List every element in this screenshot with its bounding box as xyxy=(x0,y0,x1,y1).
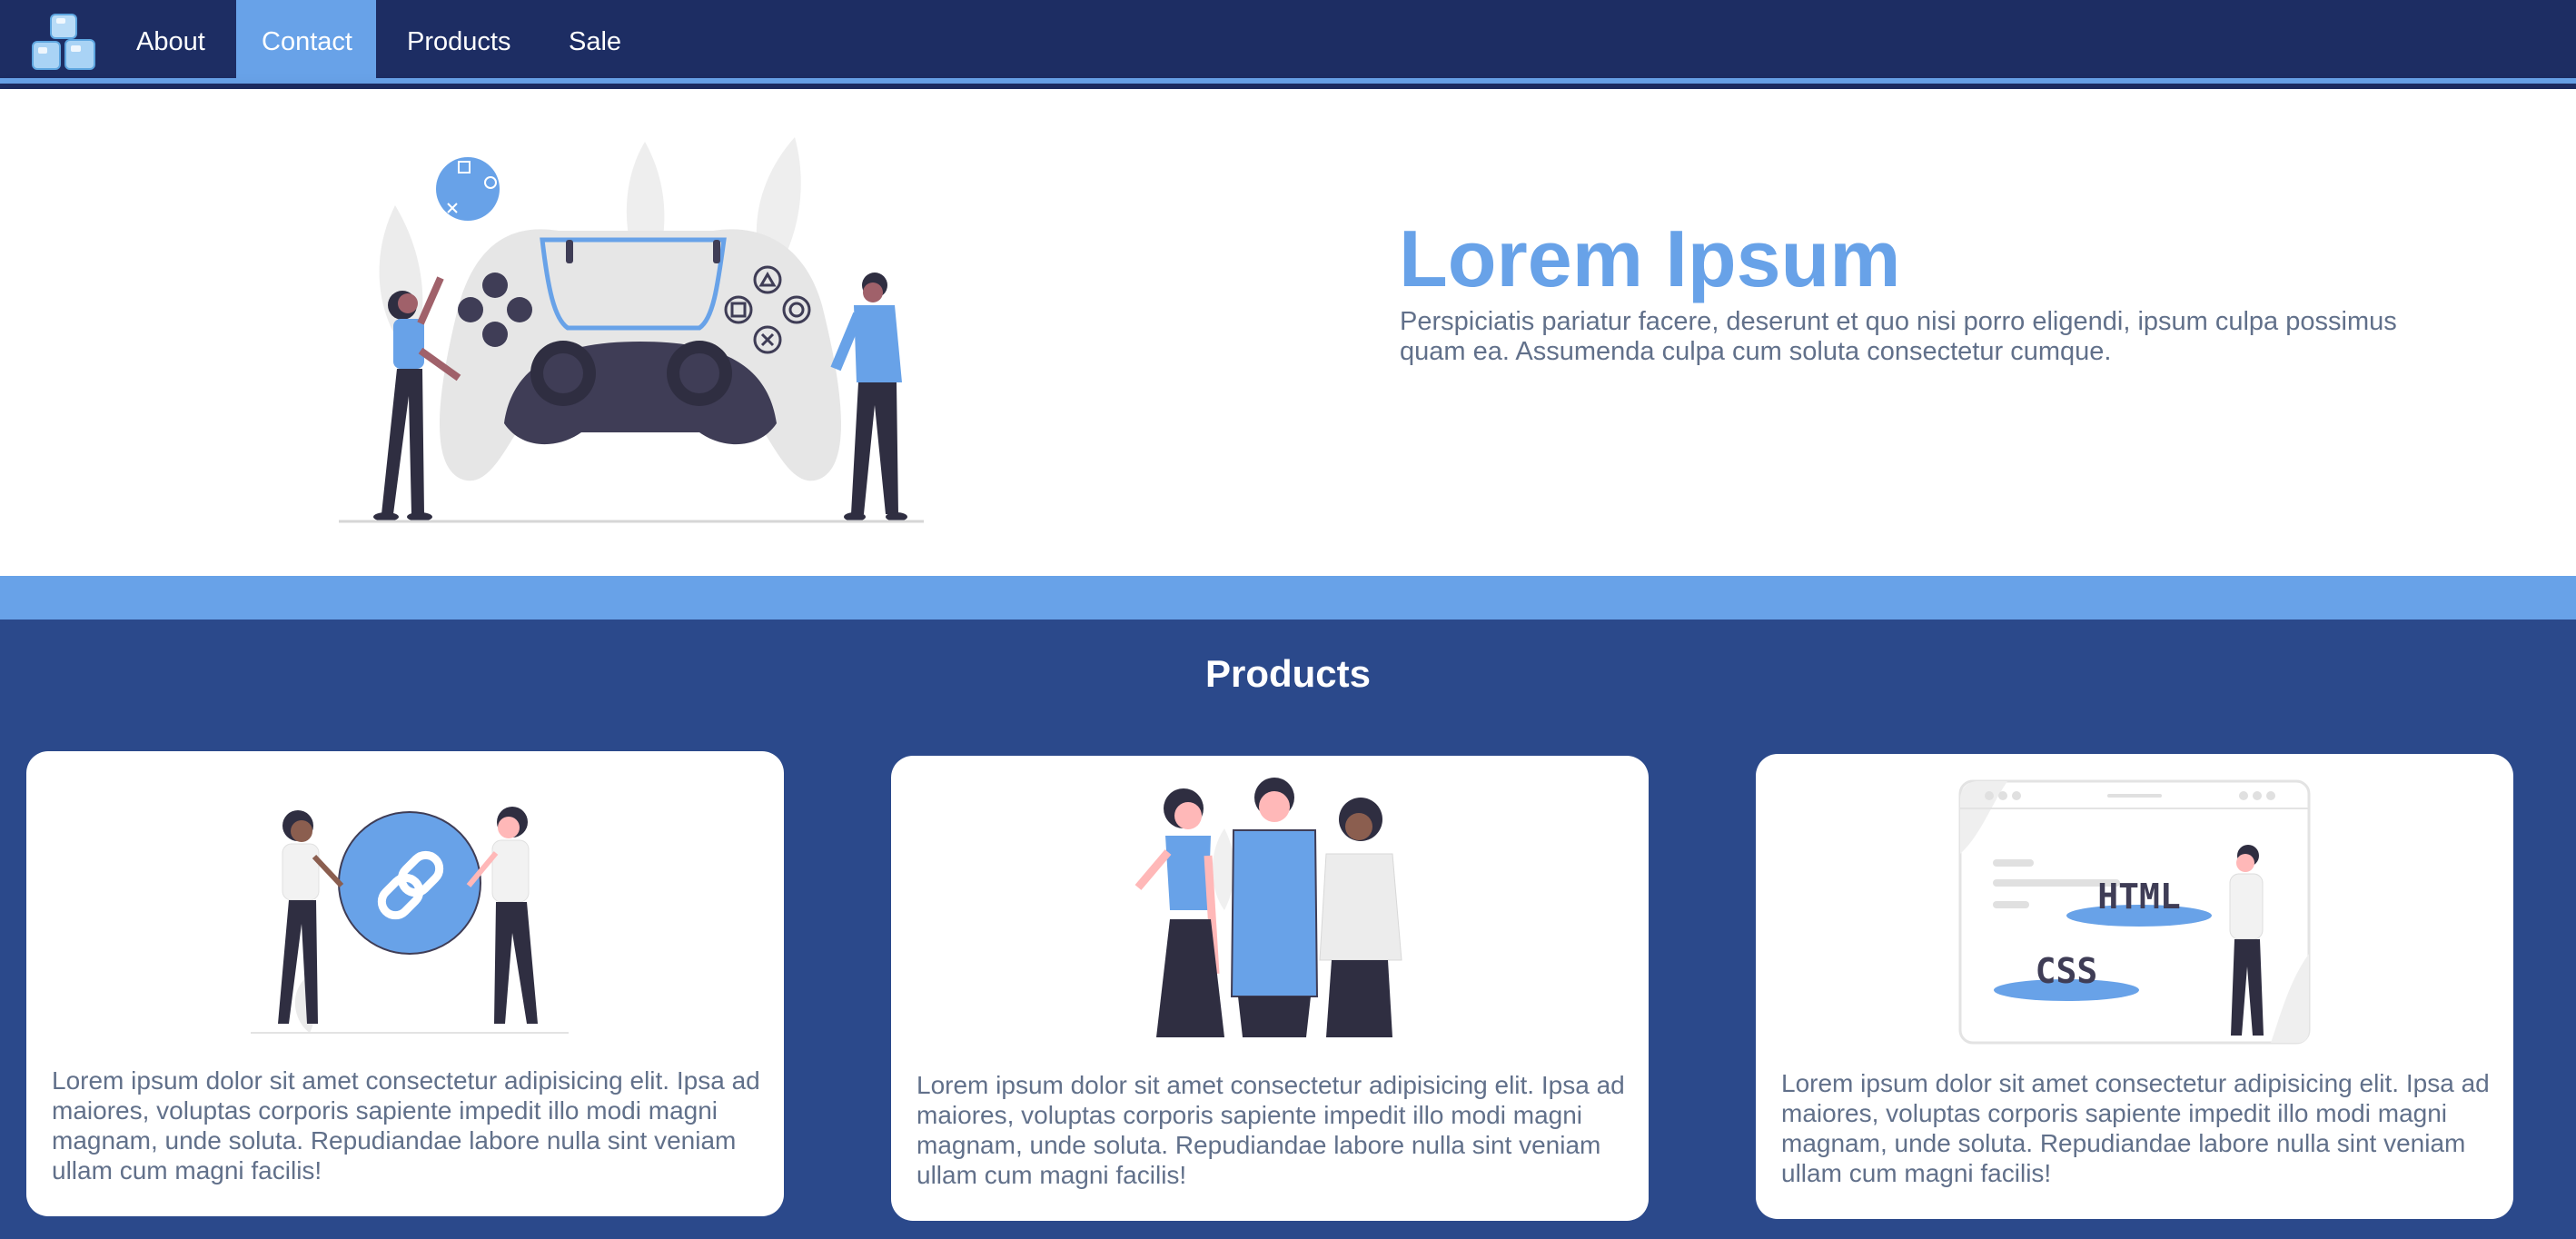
hero-section: Lorem Ipsum Perspiciatis pariatur facere… xyxy=(0,89,2576,576)
nav-item-about[interactable]: About xyxy=(111,0,231,78)
html-tag-label: HTML xyxy=(2097,877,2181,917)
html-css-browser-illustration: HTML CSS xyxy=(1958,779,2311,1045)
nav-item-sale[interactable]: Sale xyxy=(543,0,647,78)
ice-cubes-logo-icon[interactable] xyxy=(27,11,102,74)
nav-item-contact[interactable]: Contact xyxy=(236,0,376,78)
top-navbar: About Contact Products Sale xyxy=(0,0,2576,84)
group-of-people-illustration xyxy=(1134,778,1402,1037)
product-card[interactable]: HTML CSS Lorem ipsum dolor sit amet cons… xyxy=(1756,754,2513,1219)
products-section: Products Lorem ipsum dolor sit amet cons… xyxy=(0,620,2576,1239)
nav-item-products[interactable]: Products xyxy=(381,0,536,78)
hero-description: Perspiciatis pariatur facere, deserunt e… xyxy=(1400,307,2397,366)
products-heading: Products xyxy=(1204,652,1372,695)
product-card[interactable]: Lorem ipsum dolor sit amet consectetur a… xyxy=(891,756,1649,1221)
page: About Contact Products Sale Lorem Ipsum … xyxy=(0,0,2576,1239)
css-tag-label: CSS xyxy=(2036,951,2098,991)
game-controller-illustration xyxy=(339,137,924,523)
product-card[interactable]: Lorem ipsum dolor sit amet consectetur a… xyxy=(26,751,784,1216)
accent-divider xyxy=(0,576,2576,620)
product-card-text: Lorem ipsum dolor sit amet consectetur a… xyxy=(52,1066,760,1184)
product-card-text: Lorem ipsum dolor sit amet consectetur a… xyxy=(1781,1069,2490,1187)
product-card-text: Lorem ipsum dolor sit amet consectetur a… xyxy=(916,1071,1625,1189)
people-with-link-icon xyxy=(251,807,569,1034)
hero-title: Lorem Ipsum xyxy=(1399,213,1901,303)
